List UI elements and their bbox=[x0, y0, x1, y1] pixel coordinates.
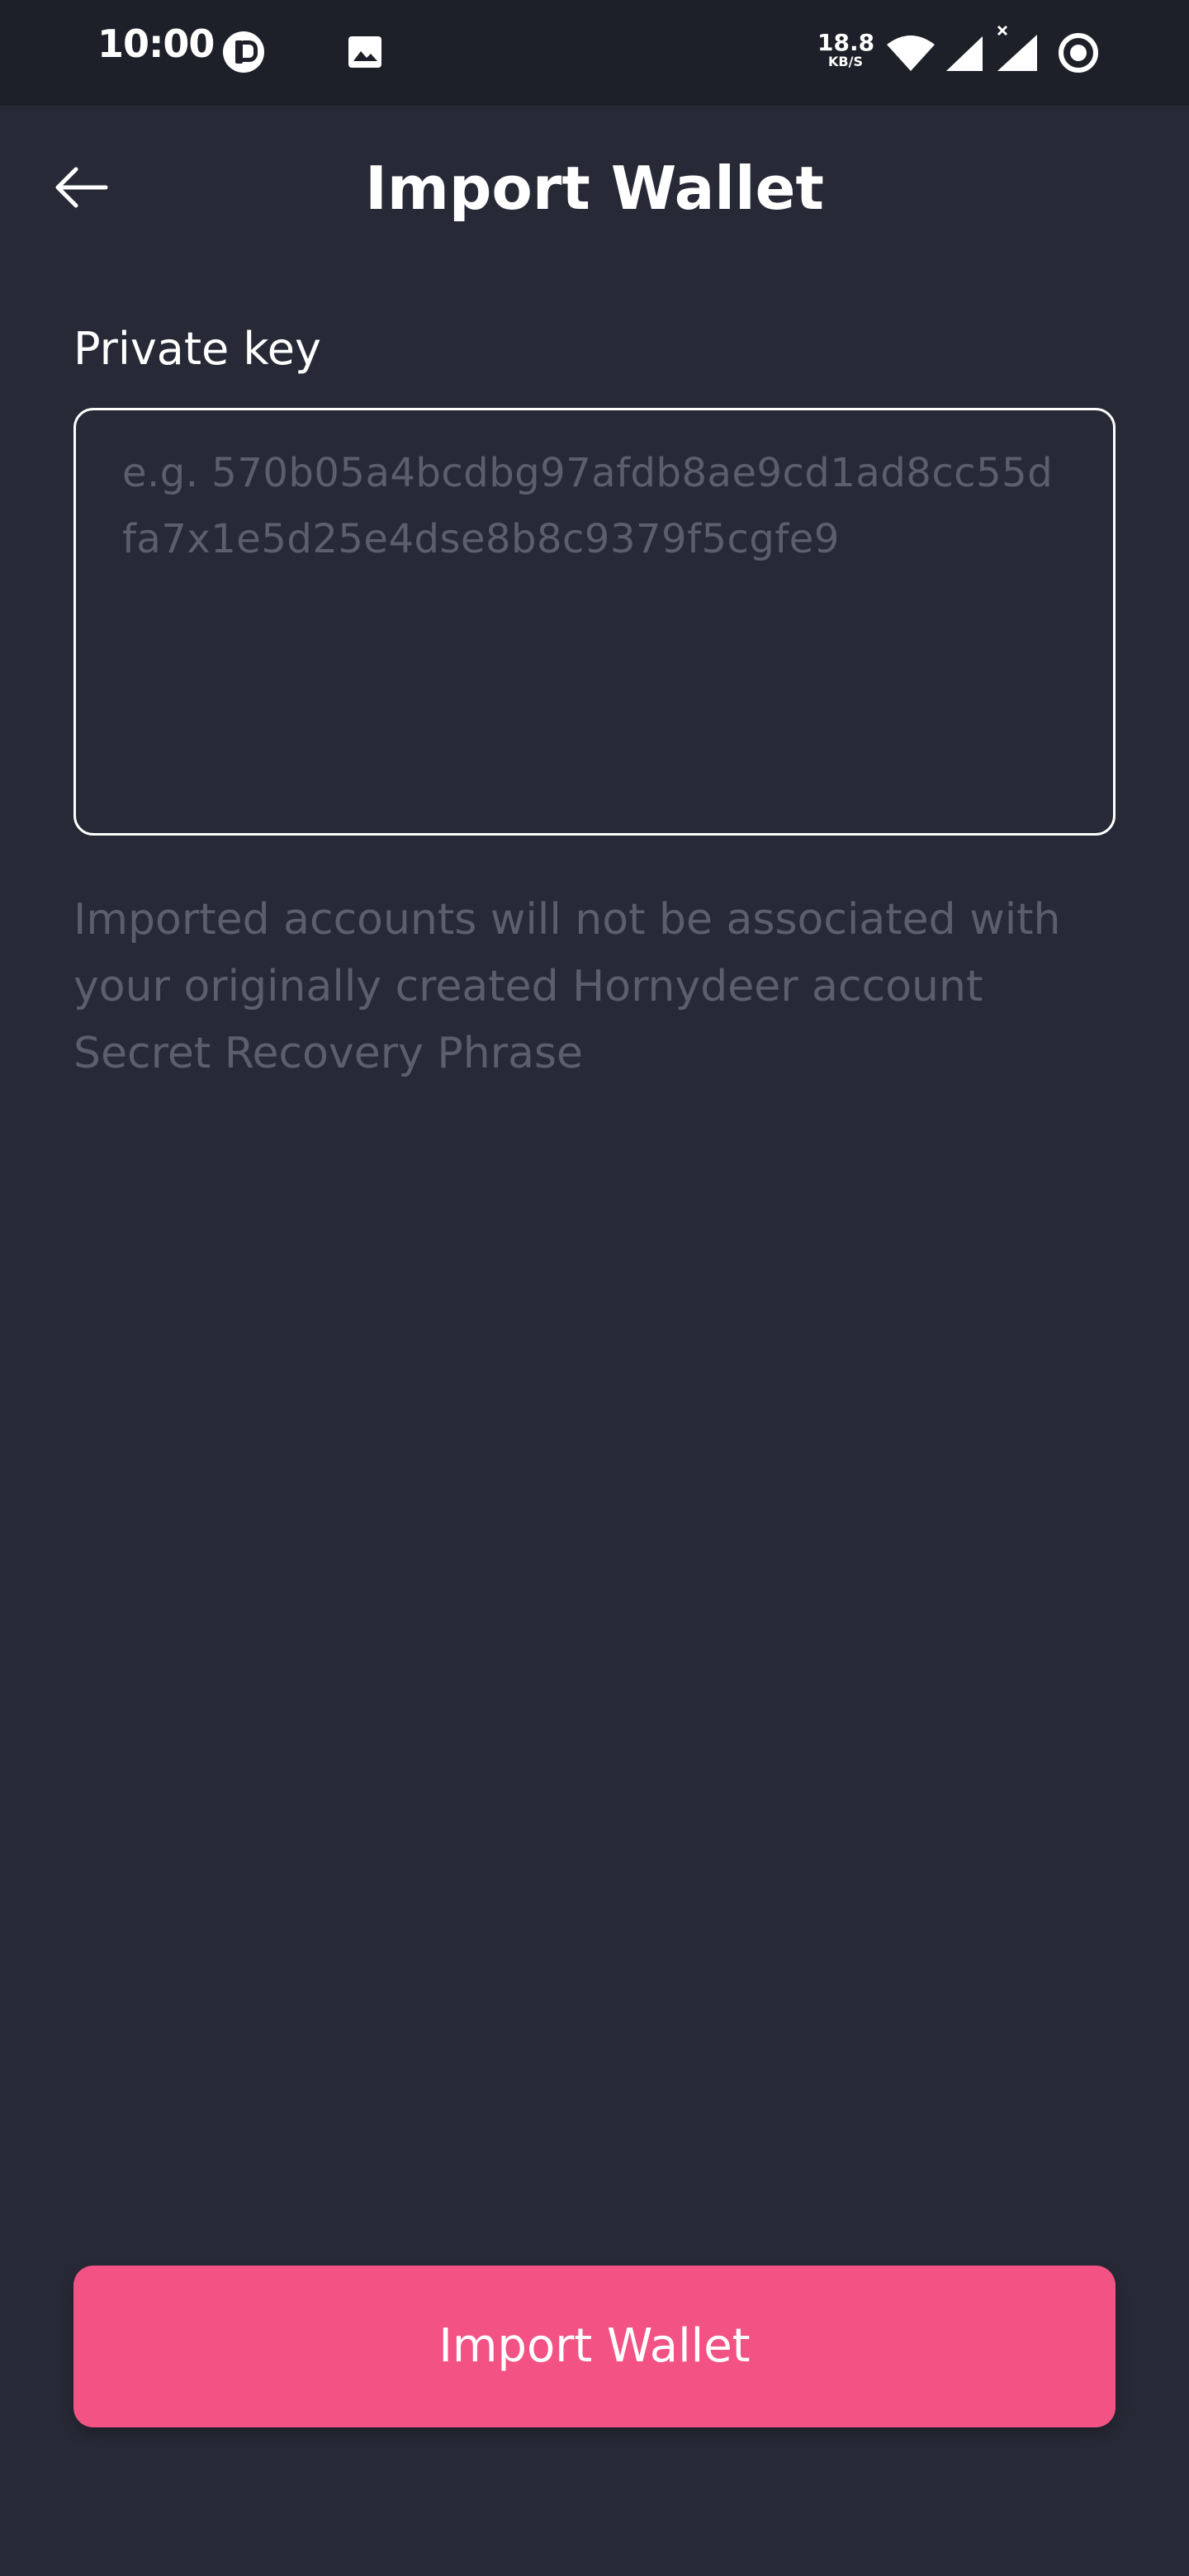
network-speed-value: 18.8 bbox=[817, 29, 875, 56]
gallery-icon bbox=[348, 36, 381, 68]
import-wallet-button[interactable]: Import Wallet bbox=[73, 2266, 1116, 2427]
app-notification-icon bbox=[223, 31, 264, 73]
cell-signal-no-data-icon bbox=[997, 25, 1037, 71]
focus-ring-icon bbox=[1059, 33, 1098, 73]
network-speed: 18.8 KB/S bbox=[817, 31, 874, 69]
status-bar: 10:00 18.8 KB/S bbox=[0, 0, 1189, 106]
private-key-label: Private key bbox=[73, 323, 321, 375]
import-hint-text: Imported accounts will not be associated… bbox=[73, 895, 1061, 1078]
import-wallet-screen: 10:00 18.8 KB/S Import Wallet Private ke… bbox=[0, 0, 1189, 2576]
cell-signal-icon bbox=[946, 36, 983, 71]
network-speed-unit: KB/S bbox=[828, 54, 863, 69]
wifi-icon bbox=[887, 36, 935, 71]
status-time: 10:00 bbox=[97, 21, 215, 66]
page-title: Import Wallet bbox=[365, 154, 824, 223]
private-key-input[interactable] bbox=[73, 408, 1116, 836]
